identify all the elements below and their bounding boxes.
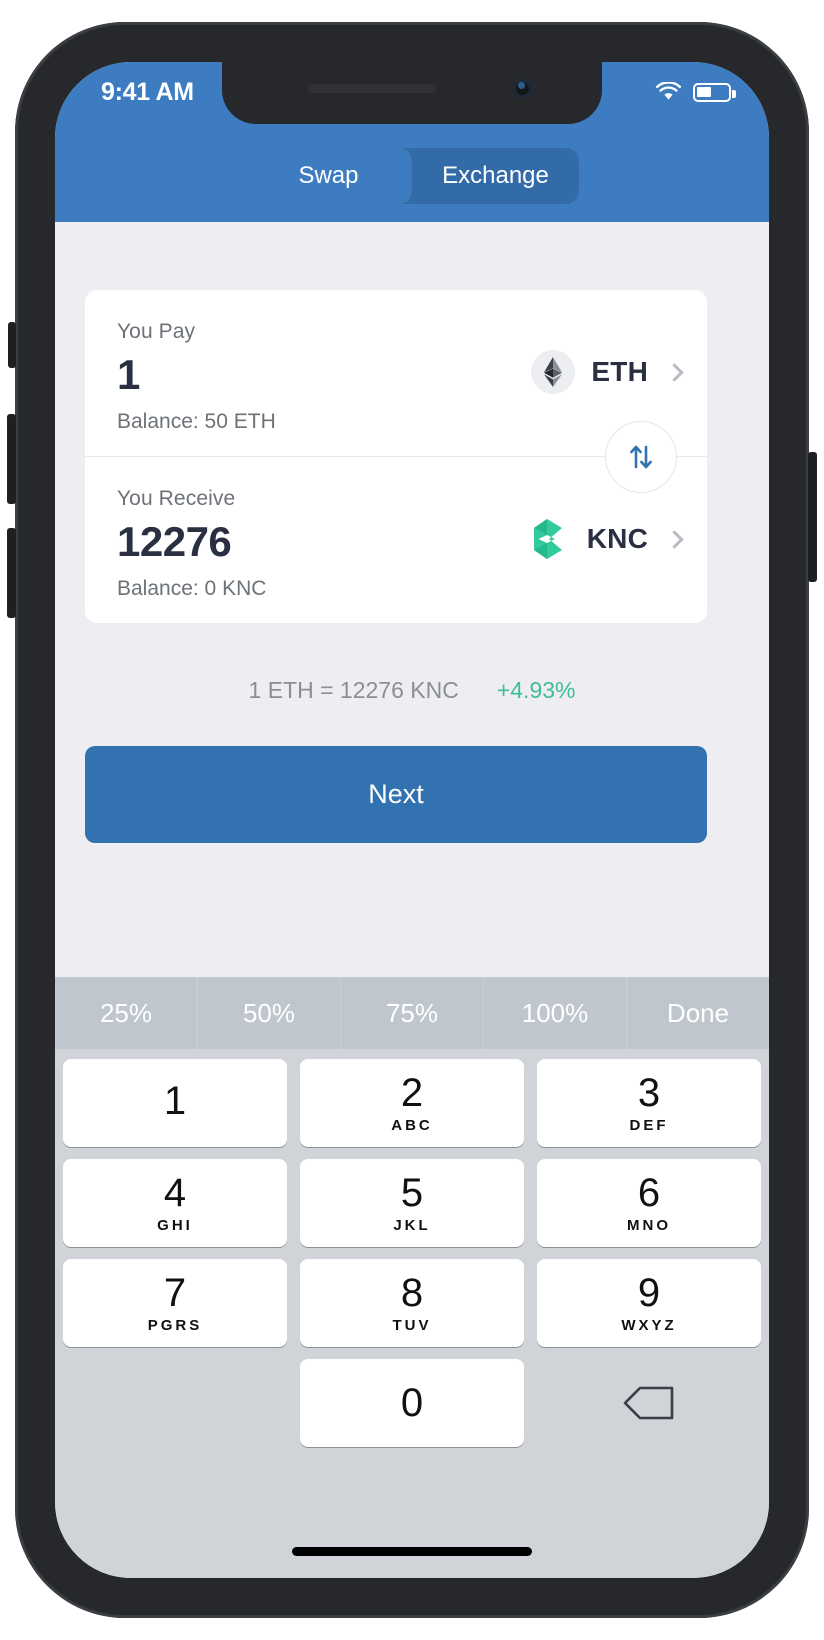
you-pay-label: You Pay xyxy=(117,320,196,343)
pay-token-symbol: ETH xyxy=(591,356,648,387)
key-4[interactable]: 4 GHI xyxy=(63,1159,287,1247)
key-digit: 7 xyxy=(163,1270,187,1315)
power-button[interactable] xyxy=(808,452,817,582)
battery-icon xyxy=(693,82,736,102)
keypad: 1 2 ABC 3 DEF 4 GHI 5 JKL 6 MNO 7 PGRS 8… xyxy=(55,1049,769,1447)
earpiece-speaker xyxy=(308,84,436,93)
key-letters: DEF xyxy=(629,1116,669,1134)
keypad-row: 7 PGRS 8 TUV 9 WXYZ xyxy=(63,1259,761,1347)
you-pay-balance: Balance: 50 ETH xyxy=(117,410,276,433)
swap-direction-button[interactable] xyxy=(605,421,677,493)
home-indicator xyxy=(292,1547,532,1556)
notch xyxy=(222,62,602,124)
key-digit: 3 xyxy=(637,1070,661,1115)
phone-frame: 9:41 AM Swap Exchange You Pay 1 Balance:… xyxy=(7,22,817,1618)
keypad-row: 0 xyxy=(63,1359,761,1447)
key-letters: TUV xyxy=(392,1316,432,1334)
tab-swap[interactable]: Swap xyxy=(245,148,412,204)
phone-screen: 9:41 AM Swap Exchange You Pay 1 Balance:… xyxy=(55,62,769,1578)
you-pay-row: You Pay 1 Balance: 50 ETH ETH xyxy=(85,290,707,456)
swap-card: You Pay 1 Balance: 50 ETH ETH You Receiv… xyxy=(85,290,707,623)
front-camera xyxy=(513,79,532,98)
ethereum-icon xyxy=(531,350,576,394)
rate-change-badge: +4.93% xyxy=(496,677,576,703)
exchange-rate-line: 1 ETH = 12276 KNC +4.93% xyxy=(55,677,769,704)
key-blank xyxy=(63,1359,287,1447)
key-3[interactable]: 3 DEF xyxy=(537,1059,761,1147)
key-digit: 2 xyxy=(400,1070,424,1115)
app-header: 9:41 AM Swap Exchange xyxy=(55,62,769,222)
key-letters: WXYZ xyxy=(621,1316,677,1334)
you-receive-label: You Receive xyxy=(117,487,236,510)
key-digit: 9 xyxy=(637,1270,661,1315)
receive-token-selector[interactable]: KNC xyxy=(527,517,684,561)
key-5[interactable]: 5 JKL xyxy=(300,1159,524,1247)
keypad-row: 4 GHI 5 JKL 6 MNO xyxy=(63,1159,761,1247)
key-backspace[interactable] xyxy=(537,1359,761,1447)
key-2[interactable]: 2 ABC xyxy=(300,1059,524,1147)
pay-token-selector[interactable]: ETH xyxy=(531,350,684,394)
next-button[interactable]: Next xyxy=(85,746,707,843)
chevron-right-icon xyxy=(665,529,684,549)
key-letters: JKL xyxy=(393,1216,431,1234)
key-digit: 0 xyxy=(400,1381,424,1425)
mode-segmented-control[interactable]: Swap Exchange xyxy=(245,148,579,204)
swap-vertical-arrows-icon xyxy=(630,445,652,469)
key-letters: MNO xyxy=(627,1216,671,1234)
you-receive-row: You Receive 12276 Balance: 0 KNC KNC xyxy=(85,421,707,623)
key-7[interactable]: 7 PGRS xyxy=(63,1259,287,1347)
status-bar-indicators xyxy=(655,82,736,102)
percent-100-button[interactable]: 100% xyxy=(484,977,627,1049)
key-letters: PGRS xyxy=(147,1316,203,1334)
swap-screen-body: You Pay 1 Balance: 50 ETH ETH You Receiv… xyxy=(55,222,769,977)
kyber-network-icon xyxy=(527,517,571,561)
key-digit: 5 xyxy=(400,1170,424,1215)
key-letters: ABC xyxy=(391,1116,433,1134)
you-receive-balance: Balance: 0 KNC xyxy=(117,577,267,600)
percent-75-button[interactable]: 75% xyxy=(341,977,484,1049)
key-9[interactable]: 9 WXYZ xyxy=(537,1259,761,1347)
exchange-rate-text: 1 ETH = 12276 KNC xyxy=(248,677,459,703)
tab-exchange[interactable]: Exchange xyxy=(412,148,579,204)
chevron-right-icon xyxy=(665,362,684,382)
key-8[interactable]: 8 TUV xyxy=(300,1259,524,1347)
done-button[interactable]: Done xyxy=(627,977,769,1049)
keyboard-accessory-toolbar: 25% 50% 75% 100% Done xyxy=(55,977,769,1049)
wifi-icon xyxy=(656,82,681,100)
receive-token-symbol: KNC xyxy=(586,523,648,554)
percent-25-button[interactable]: 25% xyxy=(55,977,198,1049)
key-letters: GHI xyxy=(157,1216,193,1234)
volume-down-button[interactable] xyxy=(7,528,16,618)
percent-50-button[interactable]: 50% xyxy=(198,977,341,1049)
key-digit: 6 xyxy=(637,1170,661,1215)
mute-switch[interactable] xyxy=(8,322,16,368)
battery-fill xyxy=(697,86,711,97)
key-6[interactable]: 6 MNO xyxy=(537,1159,761,1247)
status-bar-time: 9:41 AM xyxy=(101,78,194,106)
key-digit: 4 xyxy=(163,1170,187,1215)
volume-up-button[interactable] xyxy=(7,414,16,504)
key-digit: 1 xyxy=(163,1079,187,1123)
numeric-keyboard: 25% 50% 75% 100% Done 1 2 ABC 3 DEF 4 GH… xyxy=(55,977,769,1578)
keypad-row: 1 2 ABC 3 DEF xyxy=(63,1059,761,1147)
key-1[interactable]: 1 xyxy=(63,1059,287,1147)
key-0[interactable]: 0 xyxy=(300,1359,524,1447)
backspace-icon xyxy=(623,1386,674,1420)
key-digit: 8 xyxy=(400,1270,424,1315)
